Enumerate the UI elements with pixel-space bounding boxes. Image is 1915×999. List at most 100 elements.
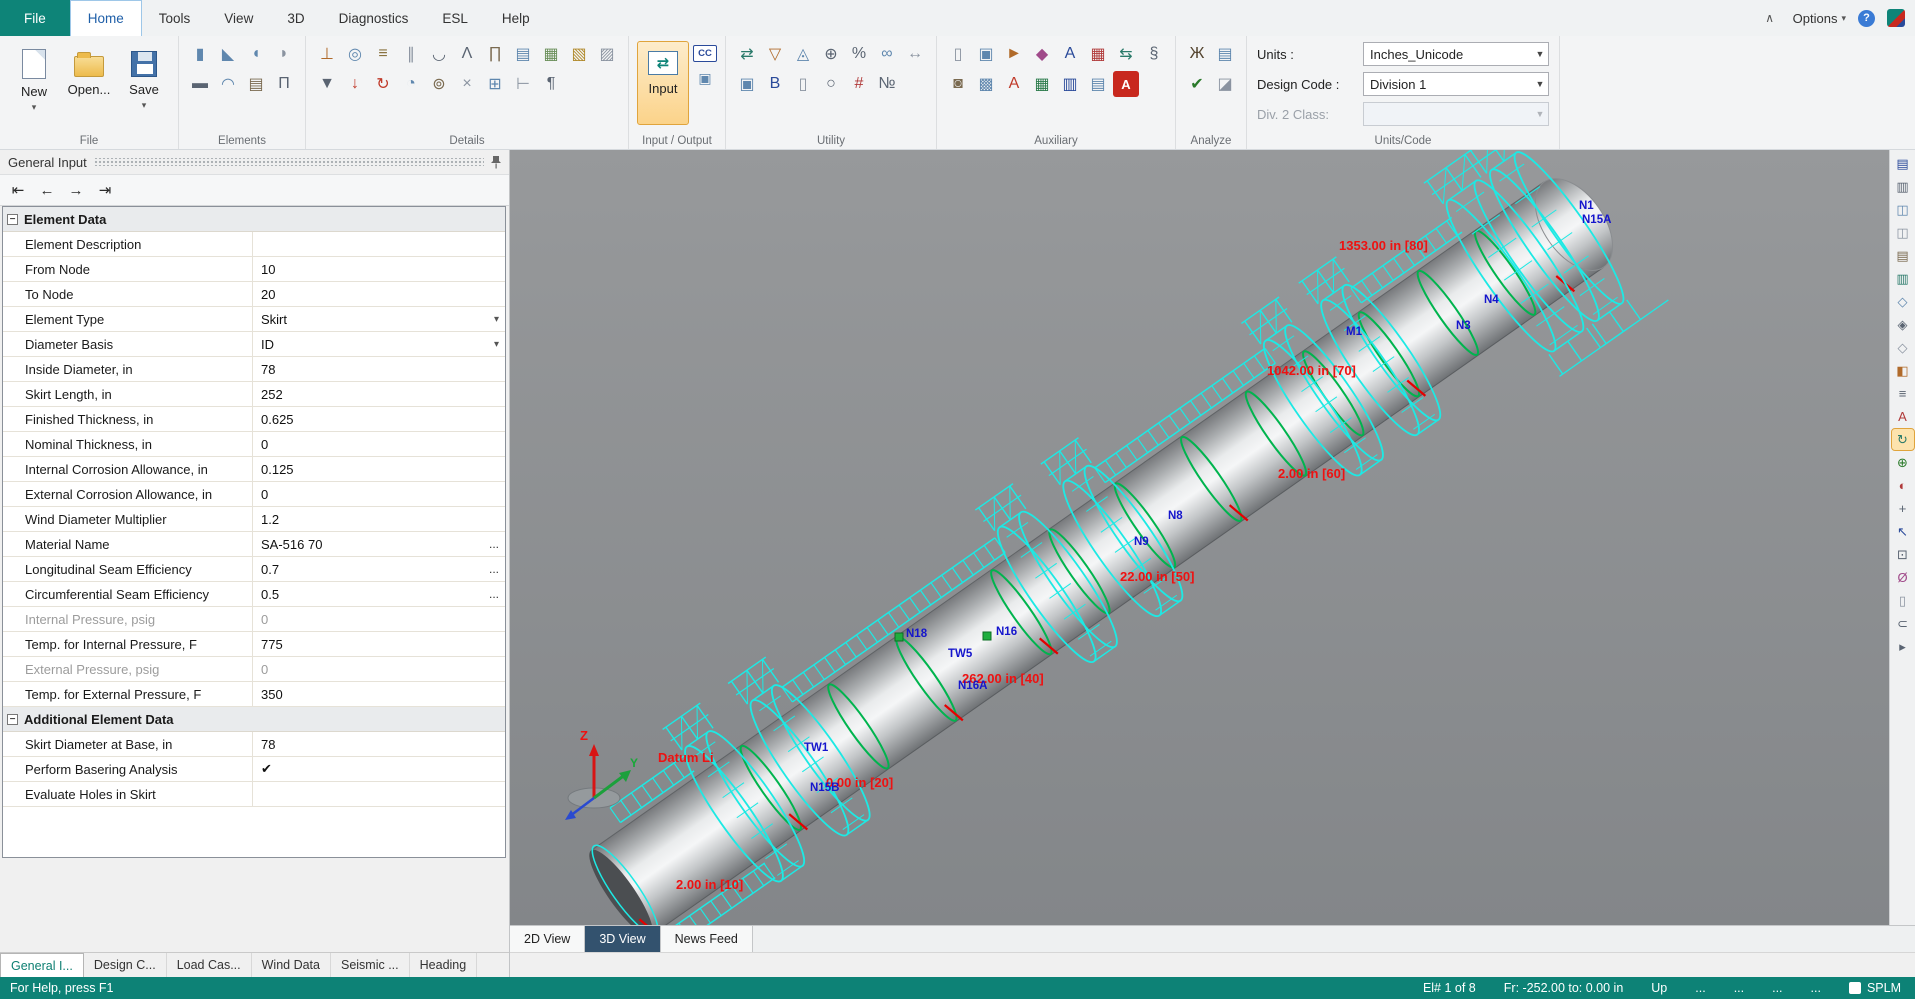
collapse-section-icon[interactable]: − [7,714,18,725]
element-cylinder-button[interactable]: ▮ [187,41,213,67]
detail-lug-button[interactable]: ∏ [482,41,508,67]
analysis-report-button[interactable]: ▤ [1212,41,1238,67]
property-value[interactable]: 775 [253,632,505,656]
spell-check-button[interactable]: A [1001,71,1027,97]
menu-tab-file[interactable]: File [0,0,70,36]
pdf-export-button[interactable]: A [1113,71,1139,97]
detail-packing-button[interactable]: ▦ [538,41,564,67]
text-report-icon[interactable]: ▥ [1892,176,1914,197]
property-value[interactable]: 252 [253,382,505,406]
shaded-view-icon[interactable]: ◈ [1892,314,1914,335]
section-cut-icon[interactable]: ⊂ [1892,613,1914,634]
output-window-icon[interactable]: ◫ [1892,199,1914,220]
units-select[interactable]: Inches_Unicode ▼ [1363,42,1549,66]
property-value[interactable]: 0 [253,432,505,456]
detail-ladder-button[interactable]: ∥ [398,41,424,67]
view-tab-3d-view[interactable]: 3D View [585,926,660,952]
detail-weld-button[interactable]: × [454,71,480,97]
previous-element-button[interactable]: ← [34,178,60,202]
annotation-button[interactable]: A [1057,41,1083,67]
property-value[interactable]: ✔ [253,757,505,781]
detail-lining-button[interactable]: ▨ [594,41,620,67]
open-button[interactable]: Open... [63,41,115,123]
grid-number-button[interactable]: # [846,71,872,97]
property-value[interactable] [253,782,505,806]
detail-legs-button[interactable]: Λ [454,41,480,67]
detail-clip-button[interactable]: ⊞ [482,71,508,97]
rotate-view-icon[interactable]: ↻ [1892,429,1914,450]
dropdown-icon[interactable]: ▾ [494,314,499,325]
element-elliptical-head-button[interactable]: ◖ [243,41,269,67]
percent-button[interactable]: % [846,41,872,67]
property-value[interactable]: Skirt▾ [253,307,505,331]
collapse-section-icon[interactable]: − [7,214,18,225]
input-button[interactable]: ⇄ Input [637,41,689,125]
detail-nozzle-button[interactable]: ⊥ [314,41,340,67]
view-tab-2d-view[interactable]: 2D View [510,926,585,952]
cone-check-button[interactable]: ◬ [790,41,816,67]
detail-platform-button[interactable]: ≡ [370,41,396,67]
detail-insulation-button[interactable]: ▧ [566,41,592,67]
cc-button[interactable]: CC [693,45,717,62]
property-value[interactable]: ID▾ [253,332,505,356]
model-viewport[interactable]: 1353.00 in [80]1042.00 in [70]2.00 in [6… [510,150,1889,925]
design-code-select[interactable]: Division 1 ▼ [1363,72,1549,96]
select-arrow-icon[interactable]: ↖ [1892,521,1914,542]
ellipsis-button[interactable]: ... [489,537,499,551]
report-export-button[interactable]: ▥ [1057,71,1083,97]
property-value[interactable]: 20 [253,282,505,306]
options-button[interactable]: Options ▾ [1793,11,1846,26]
property-value[interactable]: 0 [253,607,505,631]
link-button[interactable]: ∞ [874,41,900,67]
new-button[interactable]: New ▾ [8,41,60,123]
error-check-button[interactable]: Ж [1184,41,1210,67]
detail-tray-button[interactable]: ▤ [510,41,536,67]
property-value[interactable]: 1.2 [253,507,505,531]
database-button[interactable]: ▤ [1085,71,1111,97]
input-tab-wind-data[interactable]: Wind Data [252,953,331,977]
detail-stub-button[interactable]: ⊢ [510,71,536,97]
detail-weight-button[interactable]: ▼ [314,71,340,97]
detail-saddle-button[interactable]: ◡ [426,41,452,67]
detail-basering-button[interactable]: ⊚ [426,71,452,97]
preview-button[interactable]: ▣ [973,41,999,67]
input-tab-general-i-[interactable]: General I... [0,953,84,977]
pin-icon[interactable] [491,155,501,169]
edit-output-button[interactable]: ▣ [693,68,717,88]
element-hemispherical-head-button[interactable]: ◠ [215,71,241,97]
orbit-view-icon[interactable]: ⊕ [1892,452,1914,473]
property-value[interactable]: 78 [253,357,505,381]
property-value[interactable]: SA-516 70... [253,532,505,556]
menu-tab-3d[interactable]: 3D [270,0,321,36]
run-check-button[interactable]: ✔ [1184,71,1210,97]
review-button[interactable]: ◪ [1212,71,1238,97]
circle-button[interactable]: ○ [818,71,844,97]
pointer-button[interactable]: ► [1001,41,1027,67]
guide-book-icon[interactable]: ▥ [1892,268,1914,289]
stamp-button[interactable]: ◙ [945,71,971,97]
element-cone-button[interactable]: ◣ [215,41,241,67]
detail-halfpipe-jacket-button[interactable]: ◔ [398,71,424,97]
fill-color-button[interactable]: ◆ [1029,41,1055,67]
detail-force-button[interactable]: ↓ [342,71,368,97]
property-value[interactable]: 0 [253,482,505,506]
notes-button[interactable]: № [874,71,900,97]
element-skirt-button[interactable]: Π [271,71,297,97]
edit-bold-button[interactable]: B [762,71,788,97]
pan-view-icon[interactable]: + [1892,498,1914,519]
table-export-button[interactable]: ▦ [1029,71,1055,97]
property-value[interactable]: 0.625 [253,407,505,431]
menu-tab-help[interactable]: Help [485,0,547,36]
image-button[interactable]: ▩ [973,71,999,97]
property-value[interactable]: 0.7... [253,557,505,581]
element-body-flange-button[interactable]: ▤ [243,71,269,97]
select-window-icon[interactable]: ⊡ [1892,544,1914,565]
isometric-view-icon[interactable]: ◇ [1892,291,1914,312]
view-tab-news-feed[interactable]: News Feed [661,926,753,952]
detail-misc-button[interactable]: ¶ [538,71,564,97]
input-tab-load-cas-[interactable]: Load Cas... [167,953,252,977]
menu-tab-home[interactable]: Home [70,0,142,36]
attach-button[interactable]: § [1141,41,1167,67]
menu-tab-view[interactable]: View [207,0,270,36]
property-value[interactable]: 78 [253,732,505,756]
